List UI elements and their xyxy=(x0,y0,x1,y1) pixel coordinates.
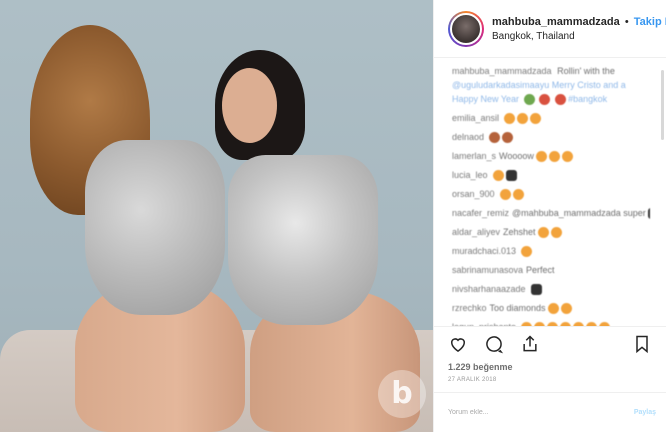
comment-row: nacafer_remiz @mahbuba_mammadzada super xyxy=(452,206,650,220)
emoji-icon xyxy=(530,113,542,125)
comment-text: Woooow xyxy=(499,151,534,161)
emoji-icon xyxy=(512,189,524,201)
caption-text: Rollin' with the xyxy=(557,66,615,76)
comment-row: muradchaci.013 xyxy=(452,244,650,258)
comment-row: orsan_900 xyxy=(452,187,650,201)
comment-username[interactable]: emilia_ansil xyxy=(452,113,499,123)
comment-username[interactable]: orsan_900 xyxy=(452,189,495,199)
caption-username[interactable]: mahbuba_mammadzada xyxy=(452,66,552,76)
comment-username[interactable]: rzrechko xyxy=(452,303,487,313)
emoji-icon xyxy=(647,208,650,220)
share-icon xyxy=(523,334,537,351)
comment-row: emilia_ansil xyxy=(452,111,650,125)
fire-emoji-icon xyxy=(539,94,551,106)
comment-username[interactable]: lamerlan_s xyxy=(452,151,496,161)
post-comment-button[interactable]: Paylaş xyxy=(634,409,656,416)
emoji-icon xyxy=(547,303,559,315)
post-photo[interactable]: b xyxy=(0,0,433,432)
comment-row: delnaod xyxy=(452,130,650,144)
share-button[interactable] xyxy=(518,332,542,356)
comment-username[interactable]: lucia_leo xyxy=(452,170,488,180)
action-bar xyxy=(434,326,666,360)
comment-username[interactable]: sabrinamunasova xyxy=(452,265,523,275)
comment-username[interactable]: nivsharhanaazade xyxy=(452,284,526,294)
comment-row: aldar_aliyev Zehshet xyxy=(452,225,650,239)
emoji-icon xyxy=(517,113,529,125)
comment-icon xyxy=(486,335,504,353)
emoji-icon xyxy=(548,151,560,163)
comment-text: Perfect xyxy=(526,265,555,275)
emoji-icon xyxy=(504,113,516,125)
tree-emoji-icon xyxy=(523,94,535,106)
bookmark-icon xyxy=(636,335,648,353)
emoji-icon xyxy=(535,151,547,163)
emoji-icon xyxy=(537,227,549,239)
comment-text: Zehshet xyxy=(503,227,536,237)
post-date: 27 ARALIK 2018 xyxy=(448,377,497,383)
comment-input[interactable]: Yorum ekle... xyxy=(448,409,634,416)
like-button[interactable] xyxy=(446,332,470,356)
save-button[interactable] xyxy=(630,332,654,356)
follow-button[interactable]: Takip Et xyxy=(634,16,666,28)
comment-username[interactable]: delnaod xyxy=(452,132,484,142)
comment-text: Too diamonds xyxy=(489,303,546,313)
comment-form: Yorum ekle... Paylaş xyxy=(434,392,666,432)
emoji-icon xyxy=(492,170,504,182)
comment-text: @mahbuba_mammadzada super xyxy=(512,208,646,218)
model-right-swimsuit xyxy=(228,155,378,325)
post-username[interactable]: mahbuba_mammadzada xyxy=(492,16,620,28)
emoji-icon xyxy=(561,151,573,163)
comment-row: lamerlan_s Woooow xyxy=(452,149,650,163)
likes-count[interactable]: 1.229 beğenme xyxy=(448,362,513,372)
avatar-image xyxy=(450,12,482,45)
comment-list[interactable]: mahbuba_mammadzada Rollin' with the @ugu… xyxy=(434,64,660,326)
post-location[interactable]: Bangkok, Thailand xyxy=(492,31,666,42)
comment-row: sabrinamunasova Perfect xyxy=(452,263,650,277)
comment-username[interactable]: muradchaci.013 xyxy=(452,246,516,256)
model-left-swimsuit xyxy=(85,140,225,315)
fire-emoji-icon xyxy=(554,94,566,106)
separator-dot: • xyxy=(624,15,629,28)
emoji-icon xyxy=(521,246,533,258)
comment-row: nivsharhanaazade xyxy=(452,282,650,296)
emoji-icon xyxy=(550,227,562,239)
avatar[interactable] xyxy=(448,10,484,47)
model-right-face xyxy=(222,68,277,143)
emoji-icon xyxy=(530,284,542,296)
watermark-logo: b xyxy=(378,370,426,418)
heart-icon xyxy=(451,337,465,352)
post-header: mahbuba_mammadzada • Takip Et Bangkok, T… xyxy=(434,0,666,58)
caption-hashtag[interactable]: #bangkok xyxy=(568,94,607,104)
emoji-icon xyxy=(489,132,501,144)
emoji-icon xyxy=(502,132,514,144)
emoji-icon xyxy=(499,189,511,201)
caption: mahbuba_mammadzada Rollin' with the @ugu… xyxy=(452,64,650,106)
comment-row: lucia_leo xyxy=(452,168,650,182)
comments-scrollbar[interactable] xyxy=(661,70,664,140)
comment-button[interactable] xyxy=(482,332,506,356)
emoji-icon xyxy=(560,303,572,315)
comment-row: rzrechko Too diamonds xyxy=(452,301,650,315)
comment-username[interactable]: nacafer_remiz xyxy=(452,208,509,218)
post-side-panel: mahbuba_mammadzada • Takip Et Bangkok, T… xyxy=(433,0,666,432)
comment-username[interactable]: aldar_aliyev xyxy=(452,227,500,237)
emoji-icon xyxy=(505,170,517,182)
